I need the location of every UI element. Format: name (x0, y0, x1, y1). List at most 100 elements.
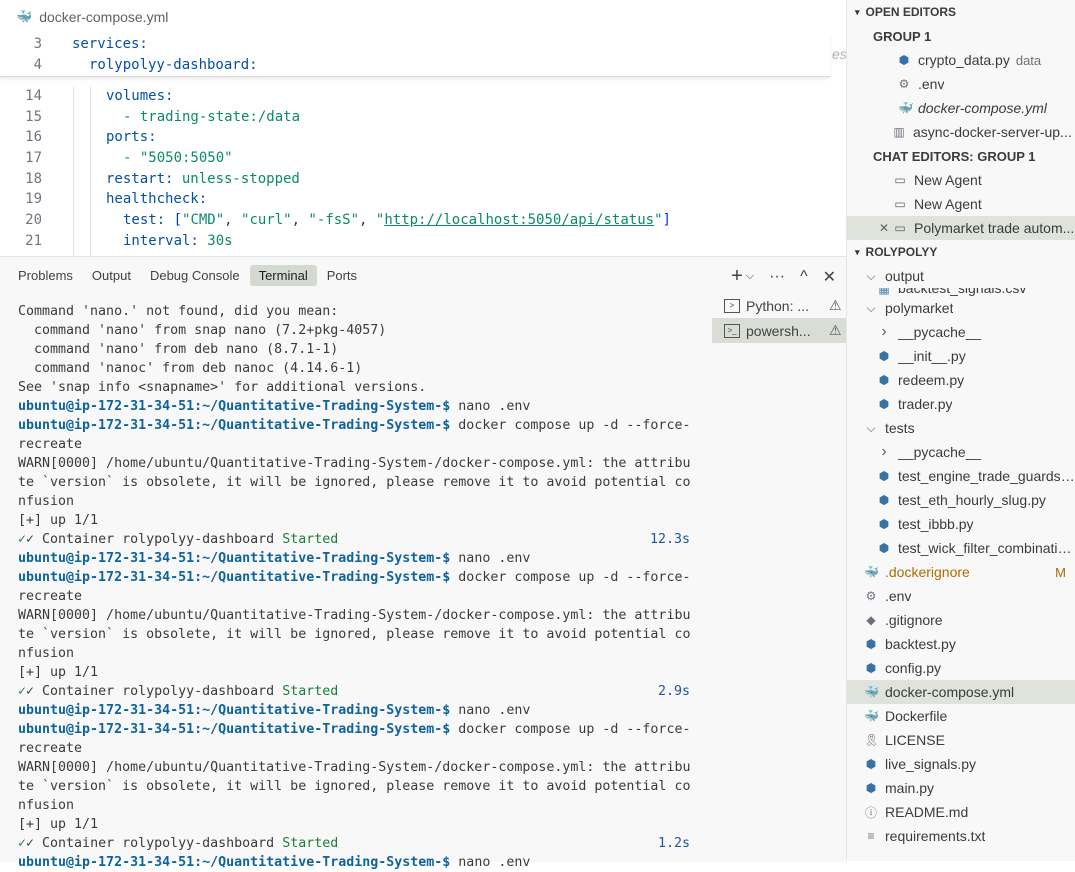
file-tree: ⌵ output ▦ backtest_signals.csv ⌵ polymarket ›… (847, 264, 1075, 848)
tree-folder[interactable]: ⌵ output (847, 264, 1075, 288)
tree-label: output (885, 268, 924, 284)
tree-file[interactable]: ⬢ test_wick_filter_combination... (847, 536, 1075, 560)
chevron-right-icon: › (881, 443, 887, 460)
python-icon: ⬢ (878, 397, 890, 411)
sticky-scroll[interactable]: 3 services: 4 rolypolyy-dashboard: (0, 34, 830, 77)
chat-group-header[interactable]: CHAT EDITORS: GROUP 1 (847, 144, 1075, 168)
python-icon: ⬢ (878, 349, 890, 363)
terminal-icon: > (724, 298, 740, 313)
ghost-text: est (832, 46, 846, 62)
group-header[interactable]: GROUP 1 (847, 24, 1075, 48)
tree-label: test_engine_trade_guards.py (898, 468, 1075, 484)
new-terminal-icon[interactable]: + (731, 265, 743, 288)
python-icon: ⬢ (878, 517, 890, 531)
tree-folder[interactable]: ⌵ polymarket (847, 296, 1075, 320)
link-url[interactable]: http://localhost:5050/api/status (384, 212, 654, 228)
open-editor-item[interactable]: ⚙ .env (847, 72, 1075, 96)
tree-file[interactable]: ◆ .gitignore (847, 608, 1075, 632)
terminal-item-powershell[interactable]: >_ powersh... ⚠ (712, 318, 846, 343)
terminal-output[interactable]: Command 'nano.' not found, did you mean:… (18, 302, 698, 872)
maximize-icon[interactable]: ^ (800, 268, 808, 286)
tree-label: .env (885, 588, 912, 604)
project-header[interactable]: ▾ ROLYPOLYY (847, 240, 1075, 264)
open-editor-item[interactable]: 🐳 docker-compose.yml (847, 96, 1075, 120)
tree-file[interactable]: 🐳 docker-compose.yml (847, 680, 1075, 704)
open-editor-item[interactable]: ⬢ crypto_data.py data (847, 48, 1075, 72)
text-icon: ≡ (867, 829, 875, 843)
tree-file[interactable]: ⬢ main.py (847, 776, 1075, 800)
tree-label: config.py (885, 660, 942, 676)
chat-item[interactable]: ▭ New Agent (847, 168, 1075, 192)
tree-label: tests (885, 420, 915, 436)
tree-label: backtest_signals.csv (898, 288, 1027, 296)
chat-icon: ▭ (894, 173, 906, 187)
tree-label: docker-compose.yml (885, 684, 1015, 700)
tree-file[interactable]: ⬢ redeem.py (847, 368, 1075, 392)
editor-tab-title: docker-compose.yml (39, 9, 169, 25)
tab-ports[interactable]: Ports (318, 265, 366, 286)
close-icon[interactable]: ✕ (823, 267, 836, 287)
tree-label: Dockerfile (885, 708, 948, 724)
tree-file[interactable]: ▦ backtest_signals.csv (847, 288, 1075, 296)
git-status-badge: M (1055, 564, 1066, 580)
chat-item[interactable]: ▭ New Agent (847, 192, 1075, 216)
code-line: 19 healthcheck: (25, 191, 208, 208)
tab-terminal[interactable]: Terminal (249, 264, 317, 286)
tree-file[interactable]: ⬢ trader.py (847, 392, 1075, 416)
tree-label: main.py (885, 780, 935, 796)
tree-file[interactable]: ⓘ README.md (847, 800, 1075, 824)
tab-problems[interactable]: Problems (9, 265, 82, 286)
tree-label: trader.py (898, 396, 953, 412)
code-line: 17- "5050:5050" (25, 150, 233, 167)
open-editor-item[interactable]: ▥ async-docker-server-up... (847, 120, 1075, 144)
code-line: 18 restart: unless-stopped (25, 170, 300, 187)
terminal-item-python[interactable]: > Python: ... ⚠ (712, 293, 846, 318)
tab-debug-console[interactable]: Debug Console (141, 265, 249, 286)
tree-file[interactable]: ⬢ config.py (847, 656, 1075, 680)
editor-area[interactable]: 🐳 docker-compose.yml 3 services: 4 rolypol… (0, 0, 846, 256)
explorer-sidebar[interactable]: ▾ OPEN EDITORS GROUP 1 ⬢ crypto_data.py dat… (846, 0, 1075, 861)
tree-file[interactable]: ⬢ test_engine_trade_guards.py (847, 464, 1075, 488)
tree-file[interactable]: 🐳 Dockerfile (847, 704, 1075, 728)
chat-icon: ▭ (894, 221, 906, 235)
tree-label: redeem.py (898, 372, 965, 388)
tree-file[interactable]: 🎗 LICENSE (847, 728, 1075, 752)
tree-label: live_signals.py (885, 756, 977, 772)
library-icon: ▥ (893, 125, 905, 139)
bottom-panel[interactable]: Problems Output Debug Console Terminal P… (0, 256, 846, 870)
tree-folder[interactable]: › __pycache__ (847, 440, 1075, 464)
tree-file[interactable]: ⚙ .env (847, 584, 1075, 608)
tree-folder[interactable]: › __pycache__ (847, 320, 1075, 344)
code-line: 4 rolypolyy-dashboard: (33, 57, 258, 73)
gear-icon: ⚙ (865, 589, 877, 603)
chevron-down-icon: ⌵ (866, 420, 876, 435)
gear-icon: ⚙ (898, 77, 910, 91)
chevron-down-icon: ▾ (855, 246, 860, 257)
tree-file[interactable]: ⬢ test_eth_hourly_slug.py (847, 488, 1075, 512)
tree-label: __init__.py (898, 348, 966, 364)
chat-item[interactable]: ✕ ▭ Polymarket trade autom... (847, 216, 1075, 240)
info-icon: ⓘ (864, 805, 877, 820)
tree-file[interactable]: 🐳 .dockerignore M (847, 560, 1075, 584)
more-icon[interactable]: ··· (769, 268, 785, 286)
warning-icon: ⚠ (829, 322, 842, 338)
python-icon: ⬢ (865, 637, 877, 651)
tree-folder[interactable]: ⌵ tests (847, 416, 1075, 440)
editor-tab[interactable]: 🐳 docker-compose.yml (0, 0, 846, 34)
chat-icon: ▭ (894, 197, 906, 211)
open-editors-header[interactable]: ▾ OPEN EDITORS (847, 0, 1075, 24)
close-icon[interactable]: ✕ (877, 221, 891, 235)
chevron-down-icon[interactable]: ⌵ (746, 270, 754, 283)
code-body[interactable]: 14 volumes: 15- trading-state:/data 16 por… (0, 86, 830, 252)
docker-icon: 🐳 (16, 9, 33, 24)
panel-actions: + ⌵ ··· ^ ✕ (731, 265, 836, 288)
tree-file[interactable]: ⬢ live_signals.py (847, 752, 1075, 776)
tree-file[interactable]: ⬢ __init__.py (847, 344, 1075, 368)
tab-output[interactable]: Output (83, 265, 140, 286)
tree-file[interactable]: ⬢ test_ibbb.py (847, 512, 1075, 536)
tree-file[interactable]: ≡ requirements.txt (847, 824, 1075, 848)
python-icon: ⬢ (878, 493, 890, 507)
code-line: 14 volumes: (25, 88, 174, 104)
python-icon: ⬢ (878, 373, 890, 387)
tree-file[interactable]: ⬢ backtest.py (847, 632, 1075, 656)
